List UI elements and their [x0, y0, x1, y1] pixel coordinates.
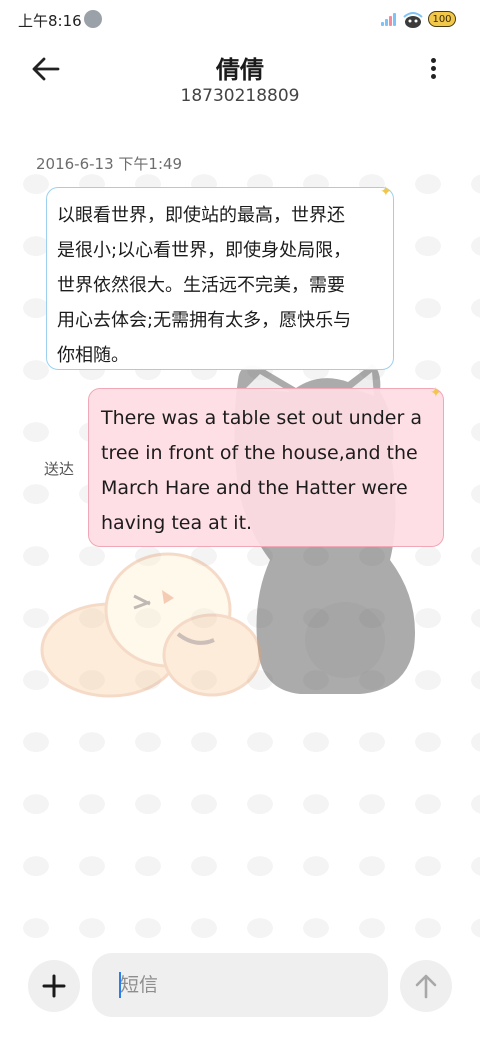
plus-icon — [42, 974, 66, 998]
message-line: having tea at it. — [101, 512, 253, 534]
notification-app-icon — [84, 10, 102, 28]
message-line: tree in front of the house,and the — [101, 442, 418, 464]
text-cursor — [119, 972, 121, 998]
messaging-screen: 上午8:16 100 倩倩 18730218809 2016-6-13 下午1:… — [0, 0, 480, 1040]
message-line: 世界依然很大。生活远不完美，需要 — [57, 275, 345, 296]
add-attachment-button[interactable] — [28, 960, 80, 1012]
outgoing-message-bubble[interactable]: There was a table set out under a tree i… — [88, 388, 444, 547]
contact-phone-number: 18730218809 — [180, 86, 300, 106]
message-line: 你相随。 — [57, 345, 129, 366]
back-button[interactable] — [28, 54, 64, 84]
message-line: March Hare and the Hatter were — [101, 477, 408, 499]
conversation-timestamp: 2016-6-13 下午1:49 — [36, 155, 183, 173]
delivery-status: 送达 — [44, 460, 75, 478]
arrow-up-icon — [415, 974, 437, 999]
status-time: 上午8:16 — [18, 12, 82, 30]
sparkle-icon: ✦ — [430, 385, 442, 401]
signal-strength-icon — [381, 12, 397, 26]
incoming-message-bubble[interactable]: 以眼看世界，即使站的最高，世界还 是很小;以心看世界，即使身处局限， 世界依然很… — [46, 187, 394, 370]
sparkle-icon: ✦ — [380, 184, 392, 200]
message-line: 是很小;以心看世界，即使身处局限， — [57, 240, 352, 261]
wifi-icon — [403, 12, 423, 28]
send-button[interactable] — [400, 960, 452, 1012]
arrow-left-icon — [32, 57, 60, 81]
message-line: There was a table set out under a — [101, 407, 422, 429]
status-bar: 上午8:16 100 — [0, 0, 480, 40]
battery-icon: 100 — [428, 11, 456, 27]
message-line: 用心去体会;无需拥有太多，愿快乐与 — [57, 310, 352, 331]
more-options-button[interactable] — [424, 56, 444, 82]
message-line: 以眼看世界，即使站的最高，世界还 — [57, 205, 345, 226]
sms-input[interactable] — [92, 953, 388, 1017]
contact-name: 倩倩 — [216, 56, 264, 84]
